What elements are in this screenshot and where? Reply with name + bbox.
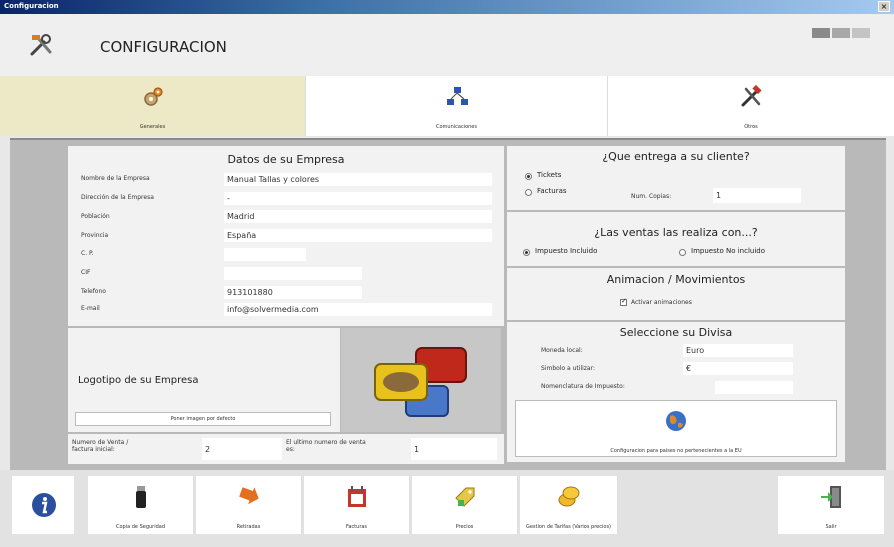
tab-otros[interactable]: Otros [608,76,894,136]
email-label: E-mail [81,305,100,312]
logo-preview[interactable] [341,328,501,432]
bottom-toolbar: Copia de Seguridad Retiradas Facturas Pr… [0,470,894,547]
tax-title: ¿Las ventas las realiza con...? [594,226,758,239]
logo-title: Logotipo de su Empresa [78,375,199,386]
window-title: Configuracion [4,2,59,10]
city-input[interactable] [224,210,492,223]
main-content: Datos de su Empresa Nombre de la Empresa… [10,138,886,470]
calendar-icon [347,486,366,507]
withdrawals-label: Retiradas [236,524,261,530]
rates-label: Gestion de Tarifas (Varios precios) [525,524,611,530]
province-input[interactable] [224,229,492,242]
company-data-title: Datos de su Empresa [227,153,345,166]
tickets-label: Tickets [537,171,562,179]
company-data-panel: Datos de su Empresa Nombre de la Empresa… [68,146,504,326]
default-image-button[interactable]: Poner imagen por defecto [75,412,331,426]
currency-symbol-label: Simbolo a utilizar: [541,365,595,372]
price-tag-icon [454,487,474,507]
tab-generales[interactable]: Generales [0,76,306,136]
local-currency-label: Moneda local: [541,347,583,354]
copies-input[interactable] [713,188,801,203]
animation-title: Animacion / Movimientos [606,273,746,286]
city-label: Población [81,213,110,220]
cif-label: CIF [81,269,91,276]
facturas-radio[interactable] [525,189,532,196]
currency-title: Seleccione su Divisa [619,326,733,339]
sale-numbers-panel: Numero de Venta / factura inicial: El ul… [68,434,504,464]
tax-panel: ¿Las ventas las realiza con...? Impuesto… [507,212,845,266]
backup-label: Copia de Seguridad [115,524,166,530]
phone-input[interactable] [224,286,362,299]
backup-button[interactable]: Copia de Seguridad [88,476,194,534]
tax-not-included-label: Impuesto No incluido [691,247,765,255]
coins-icon [558,486,579,507]
province-label: Provincia [81,232,109,239]
tab-comunicaciones-label: Comunicaciones [435,124,477,130]
hammer-wrench-icon [741,84,762,107]
non-eu-config-button[interactable]: Configuracion para paises no pertenecien… [515,400,837,457]
tax-not-included-radio[interactable] [679,249,686,256]
tax-nomenclature-label: Nomenclatura de Impuesto: [541,383,625,390]
non-eu-config-label: Configuracion para paises no pertenecien… [610,448,742,454]
postal-code-input[interactable] [224,248,306,261]
delivery-panel: ¿Que entrega a su cliente? Tickets Factu… [507,146,845,210]
company-address-label: Dirección de la Empresa [81,194,154,201]
arrow-icon [238,487,259,505]
window-minimize-button[interactable] [812,28,830,38]
header: CONFIGURACION [0,14,894,76]
window-close-button[interactable]: × [878,1,890,12]
exit-button[interactable]: Salir [778,476,884,534]
animations-label: Activar animaciones [631,299,692,306]
delivery-title: ¿Que entrega a su cliente? [602,150,750,163]
gears-icon [143,87,163,106]
globe-icon [666,411,686,431]
network-icon [446,87,468,105]
logo-image [374,347,467,417]
exit-label: Salir [825,524,837,530]
company-name-input[interactable] [224,173,492,186]
last-number-label: El ultimo numero de venta es: [286,439,366,453]
rates-button[interactable]: Gestion de Tarifas (Varios precios) [520,476,618,534]
withdrawals-button[interactable]: Retiradas [196,476,302,534]
currency-symbol-input[interactable] [683,362,793,375]
currency-panel: Seleccione su Divisa Moneda local: Simbo… [507,322,845,462]
tab-otros-label: Otros [744,124,758,130]
tools-icon [30,34,52,56]
animations-checkbox[interactable] [620,297,627,306]
company-address-input[interactable] [224,192,492,205]
email-input[interactable] [224,303,492,316]
initial-number-input[interactable] [202,438,282,460]
window-close-small-button[interactable] [852,28,870,38]
tab-bar: Generales Comunicaciones Otros [0,76,894,136]
page-title: CONFIGURACION [100,38,227,56]
tax-included-radio[interactable] [523,249,530,256]
window-title-bar: Configuracion × [0,0,894,14]
prices-button[interactable]: Precios [412,476,518,534]
invoices-button[interactable]: Facturas [304,476,410,534]
invoices-label: Facturas [345,524,368,530]
phone-label: Telefono [81,288,106,295]
info-button[interactable] [12,476,74,534]
initial-number-label: Numero de Venta / factura inicial: [72,439,129,453]
animation-panel: Animacion / Movimientos Activar animacio… [507,268,845,320]
tax-included-label: Impuesto Incluido [535,247,598,255]
facturas-label: Facturas [537,187,567,195]
exit-door-icon [821,486,841,508]
window-maximize-button[interactable] [832,28,850,38]
tax-nomenclature-input[interactable] [715,381,793,394]
postal-code-label: C. P. [81,250,94,257]
info-icon [32,493,56,517]
usb-drive-icon [135,486,146,508]
last-number-input[interactable] [411,438,497,460]
tab-generales-label: Generales [139,124,166,130]
local-currency-input[interactable] [683,344,793,357]
tab-comunicaciones[interactable]: Comunicaciones [306,76,608,136]
company-name-label: Nombre de la Empresa [81,175,150,182]
cif-input[interactable] [224,267,362,280]
prices-label: Precios [455,524,474,530]
logo-panel: Logotipo de su Empresa Poner imagen por … [68,328,340,432]
copies-label: Num. Copias: [631,193,672,200]
tickets-radio[interactable] [525,173,532,180]
